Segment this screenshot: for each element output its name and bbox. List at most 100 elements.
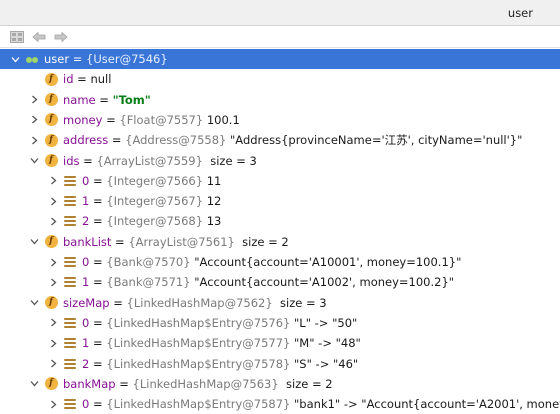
watch-icon [25,52,39,66]
chevron-right-icon[interactable] [28,130,40,150]
variable-value: size = 2 [234,234,289,249]
tree-row[interactable]: f bankMap = {LinkedHashMap@7563} size = 2 [0,374,560,394]
chevron-down-icon[interactable] [28,374,40,394]
debugger-toolbar [0,26,560,48]
field-icon: f [44,72,58,86]
tree-row-content: bankList = {ArrayList@7561} size = 2 [63,232,289,252]
tree-row[interactable]: 0 = {Bank@7570} "Account{account='A10001… [0,252,560,272]
tree-row-content: 0 = {Bank@7570} "Account{account='A10001… [82,252,461,272]
assignment-operator: = [89,315,107,330]
chevron-right-icon[interactable] [47,211,59,231]
variable-name: 2 [82,356,90,371]
element-icon [63,174,77,188]
object-type-ref: {Float@7557} [119,112,204,127]
field-icon: f [44,235,58,249]
tree-row-content: 1 = {Integer@7567} 12 [82,191,221,211]
variable-name: 0 [82,397,90,412]
tree-row[interactable]: f money = {Float@7557} 100.1 [0,110,560,130]
object-type-ref: {Integer@7568} [106,214,204,229]
tree-row-content: id = null [63,69,111,89]
chevron-right-icon[interactable] [47,191,59,211]
chevron-right-icon[interactable] [28,110,40,130]
variable-name: id [63,72,74,87]
tree-row[interactable]: f name = "Tom" [0,90,560,110]
variable-value: "Tom" [112,92,151,107]
tree-row[interactable]: 0 = {LinkedHashMap$Entry@7576} "L" -> "5… [0,313,560,333]
object-type-ref: {LinkedHashMap@7562} [126,295,273,310]
tree-row[interactable]: 0 = {Integer@7566} 11 [0,171,560,191]
object-type-ref: {ArrayList@7559} [96,153,203,168]
assignment-operator: = [69,52,87,66]
assignment-operator: = [111,234,129,249]
field-icon: f [44,377,58,391]
chevron-right-icon[interactable] [47,354,59,374]
tree-row[interactable]: f bankList = {ArrayList@7561} size = 2 [0,232,560,252]
element-icon [63,214,77,228]
variable-value: 100.1 [203,112,240,127]
tree-row-content: bankMap = {LinkedHashMap@7563} size = 2 [63,374,333,394]
element-icon [63,397,77,411]
tree-row-content: 2 = {Integer@7568} 13 [82,211,221,231]
variable-name: address [63,133,109,148]
chevron-down-icon[interactable] [28,232,40,252]
tree-row[interactable]: f address = {Address@7558} "Address{provi… [0,130,560,150]
tree-row[interactable]: 1 = {Integer@7567} 12 [0,191,560,211]
chevron-right-icon[interactable] [47,272,59,292]
chevron-down-icon[interactable] [28,151,40,171]
tree-row-content: user = {User@7546} [44,49,168,69]
variables-tree[interactable]: user = {User@7546} f id = null f name = "Tom… [0,49,560,414]
chevron-right-icon[interactable] [47,394,59,414]
assignment-operator: = [108,133,126,148]
variable-name: bankMap [63,376,116,391]
object-type-ref: {Integer@7566} [106,173,204,188]
window-titlebar: user [0,0,560,26]
tree-row[interactable]: f sizeMap = {LinkedHashMap@7562} size = 3 [0,293,560,313]
variable-value: "M" -> "48" [290,336,361,351]
chevron-down-icon[interactable] [28,293,40,313]
object-type-ref: {LinkedHashMap$Entry@7577} [106,336,291,351]
grid-icon[interactable] [9,29,25,45]
object-type-ref: {LinkedHashMap@7563} [132,376,279,391]
object-type-ref: {LinkedHashMap$Entry@7576} [106,315,291,330]
tree-row-content: 1 = {Bank@7571} "Account{account='A1002'… [82,272,454,292]
field-icon: f [44,296,58,310]
tree-row-content: 0 = {Integer@7566} 11 [82,171,221,191]
variable-value: "S" -> "46" [290,356,359,371]
variable-value: size = 3 [202,153,257,168]
tree-row-content: 0 = {LinkedHashMap$Entry@7576} "L" -> "5… [82,313,357,333]
element-icon [63,275,77,289]
chevron-right-icon[interactable] [47,171,59,191]
variable-name: 2 [82,214,90,229]
tree-row[interactable]: 2 = {LinkedHashMap$Entry@7578} "S" -> "4… [0,354,560,374]
chevron-right-icon[interactable] [28,90,40,110]
assignment-operator: = [95,92,113,107]
chevron-down-icon[interactable] [9,49,21,69]
chevron-right-icon[interactable] [47,252,59,272]
variable-value: 12 [203,194,222,209]
assignment-operator: = [89,356,107,371]
tree-row[interactable]: user = {User@7546} [0,49,560,69]
assignment-operator: = [89,255,107,269]
tree-row[interactable]: 1 = {Bank@7571} "Account{account='A1002'… [0,272,560,292]
variable-name: 1 [82,336,90,351]
assignment-operator: = [115,376,133,391]
tree-row[interactable]: 1 = {LinkedHashMap$Entry@7577} "M" -> "4… [0,333,560,353]
tree-row-content: ids = {ArrayList@7559} size = 3 [63,151,257,171]
tree-row-content: money = {Float@7557} 100.1 [63,110,240,130]
assignment-operator: = [89,214,107,229]
tree-row[interactable]: f ids = {ArrayList@7559} size = 3 [0,151,560,171]
chevron-right-icon[interactable] [47,313,59,333]
variable-value: size = 3 [272,295,327,310]
object-type-ref: {LinkedHashMap$Entry@7578} [106,356,291,371]
tree-row[interactable]: 0 = {LinkedHashMap$Entry@7587} "bank1" -… [0,394,560,414]
chevron-right-icon[interactable] [47,333,59,353]
forward-arrow-icon[interactable] [53,29,69,45]
variable-value: 11 [203,173,222,188]
variable-value: "Account{account='A1002', money=100.2}" [190,275,455,290]
assignment-operator: = [89,397,107,412]
tree-row[interactable]: 2 = {Integer@7568} 13 [0,211,560,231]
element-icon [63,336,77,350]
tree-row[interactable]: f id = null [0,69,560,89]
assignment-operator: = [79,153,97,168]
back-arrow-icon[interactable] [31,29,47,45]
